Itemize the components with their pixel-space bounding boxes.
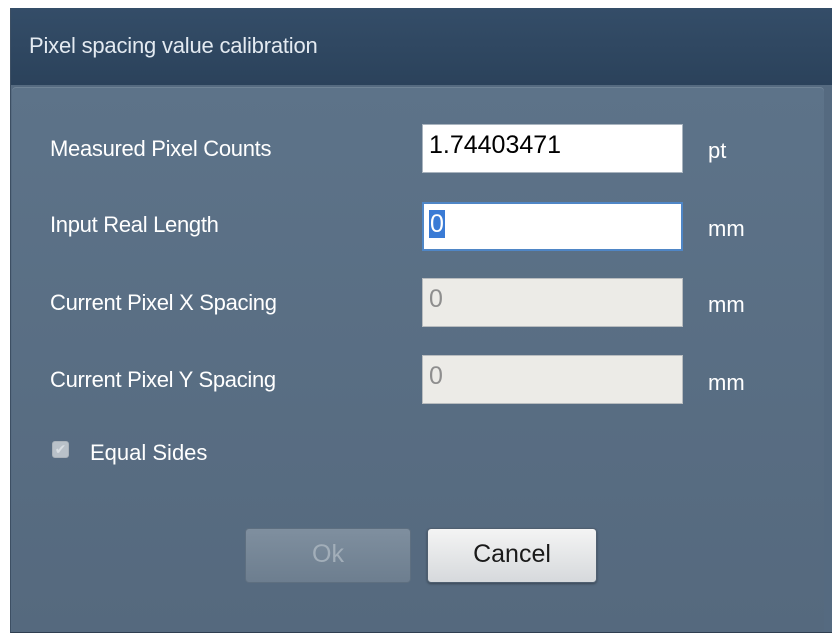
measured-pixel-counts-input[interactable]: 1.74403471 bbox=[422, 124, 683, 173]
current-pixel-x-spacing-label: Current Pixel X Spacing bbox=[50, 290, 277, 315]
current-pixel-y-spacing-label: Current Pixel Y Spacing bbox=[50, 367, 276, 392]
measured-pixel-counts-value: 1.74403471 bbox=[429, 131, 562, 159]
current-pixel-y-spacing-unit: mm bbox=[708, 370, 745, 395]
calibration-dialog: Pixel spacing value calibration bbox=[10, 8, 832, 633]
current-pixel-x-spacing-unit: mm bbox=[708, 292, 745, 317]
dialog-title: Pixel spacing value calibration bbox=[29, 33, 318, 58]
equal-sides-checkbox: ✔ bbox=[52, 441, 69, 458]
input-real-length-value: 0 bbox=[429, 210, 445, 238]
current-pixel-y-spacing-input: 0 bbox=[422, 355, 683, 404]
current-pixel-x-spacing-input: 0 bbox=[422, 278, 683, 327]
input-real-length-input[interactable]: 0 bbox=[422, 202, 683, 251]
measured-pixel-counts-unit: pt bbox=[708, 138, 727, 163]
cancel-button[interactable]: Cancel bbox=[427, 528, 597, 583]
dialog-titlebar[interactable]: Pixel spacing value calibration bbox=[11, 8, 832, 85]
equal-sides-label: Equal Sides bbox=[90, 440, 208, 465]
ok-button: Ok bbox=[245, 528, 411, 583]
dialog-body bbox=[12, 87, 824, 632]
current-pixel-x-spacing-value: 0 bbox=[429, 285, 443, 313]
input-real-length-label: Input Real Length bbox=[50, 212, 219, 237]
measured-pixel-counts-label: Measured Pixel Counts bbox=[50, 136, 272, 161]
input-real-length-unit: mm bbox=[708, 216, 745, 241]
checkmark-icon: ✔ bbox=[54, 441, 67, 457]
current-pixel-y-spacing-value: 0 bbox=[429, 362, 443, 390]
